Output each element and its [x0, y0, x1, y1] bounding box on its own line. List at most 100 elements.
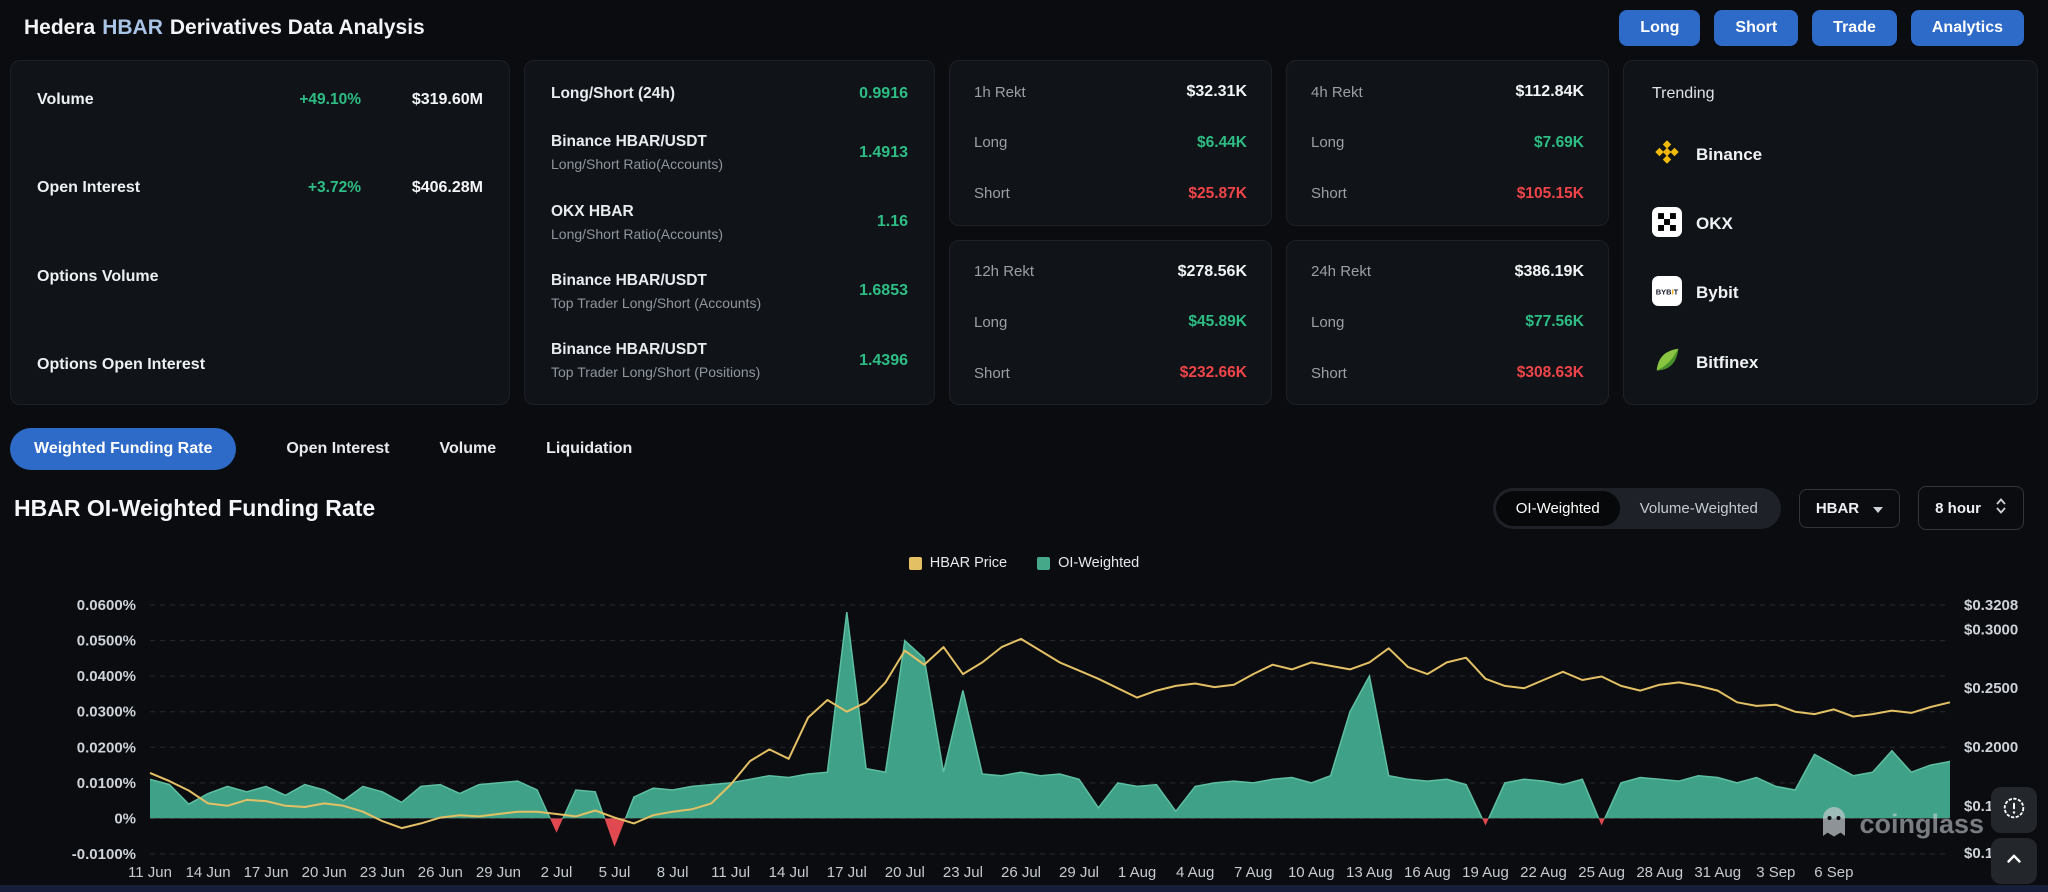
rekt-total: $386.19K: [1514, 262, 1584, 280]
chart-section-header: HBAR OI-Weighted Funding Rate OI-Weighte…: [14, 485, 2024, 531]
scroll-to-top-button[interactable]: [1991, 838, 2037, 884]
stat-change: +3.72%: [307, 179, 361, 197]
svg-text:28 Aug: 28 Aug: [1636, 864, 1683, 881]
page-title: Hedera HBAR Derivatives Data Analysis: [24, 16, 425, 40]
svg-text:0%: 0%: [114, 810, 136, 827]
long-short-row: Long/Short (24h) 0.9916: [551, 85, 908, 103]
svg-text:26 Jun: 26 Jun: [418, 864, 463, 881]
alert-badge-button[interactable]: [1991, 787, 2037, 833]
rekt-long-value: $77.56K: [1525, 313, 1584, 331]
interval-select[interactable]: 8 hour: [1918, 486, 2024, 530]
rekt-short-value: $232.66K: [1179, 364, 1247, 381]
analytics-button[interactable]: Analytics: [1910, 10, 2024, 46]
tab-weighted-funding-rate[interactable]: Weighted Funding Rate: [10, 428, 237, 470]
trending-item-bitfinex[interactable]: Bitfinex: [1652, 345, 2009, 380]
tab-open-interest[interactable]: Open Interest: [286, 440, 389, 458]
bybit-logo-icon: BYBIT: [1652, 275, 1682, 311]
symbol-select-value: HBAR: [1815, 499, 1860, 517]
long-short-row: Binance HBAR/USDT Top Trader Long/Short …: [551, 272, 908, 311]
long-button[interactable]: Long: [1619, 10, 1701, 46]
stat-label: Volume: [37, 91, 94, 108]
trending-item-bybit[interactable]: BYBIT Bybit: [1652, 275, 2009, 311]
overview-card: Volume +49.10% $319.60M Open Interest +3…: [10, 60, 510, 405]
svg-text:20 Jun: 20 Jun: [302, 864, 347, 881]
exchange-name: Bybit: [1696, 283, 1739, 303]
svg-text:0.0200%: 0.0200%: [77, 739, 136, 756]
short-button[interactable]: Short: [1714, 10, 1799, 46]
tab-liquidation[interactable]: Liquidation: [546, 440, 632, 458]
ls-subtitle: Top Trader Long/Short (Accounts): [551, 294, 762, 311]
long-short-row: Binance HBAR/USDT Top Trader Long/Short …: [551, 341, 908, 380]
trade-button[interactable]: Trade: [1812, 10, 1897, 46]
rekt-short-value: $105.15K: [1516, 184, 1584, 202]
toggle-oi-weighted[interactable]: OI-Weighted: [1495, 490, 1620, 526]
svg-text:$0.2500: $0.2500: [1964, 680, 2018, 697]
rekt-title: 24h Rekt: [1311, 263, 1372, 280]
svg-text:4 Aug: 4 Aug: [1176, 864, 1214, 881]
funding-legend-swatch: [1037, 556, 1051, 570]
weighting-toggle: OI-Weighted Volume-Weighted: [1492, 487, 1781, 529]
chart-title: HBAR OI-Weighted Funding Rate: [14, 494, 376, 521]
svg-text:0.0500%: 0.0500%: [77, 633, 136, 650]
rekt-short-row: Short $308.63K: [1311, 364, 1584, 382]
svg-text:8 Jul: 8 Jul: [657, 864, 689, 881]
svg-text:11 Jun: 11 Jun: [128, 864, 172, 881]
rekt-short-value: $308.63K: [1516, 364, 1584, 381]
rekt-grid: 1h Rekt $32.31K Long $6.44K Short $25.87…: [949, 60, 1609, 405]
stat-row-options-open-interest: Options Open Interest: [37, 356, 483, 374]
chart-legend: HBAR Price OI-Weighted: [0, 553, 2048, 573]
okx-logo-icon: [1652, 206, 1682, 242]
rekt-total: $32.31K: [1186, 83, 1248, 100]
svg-text:31 Aug: 31 Aug: [1694, 864, 1741, 881]
svg-text:20 Jul: 20 Jul: [885, 864, 925, 881]
svg-text:17 Jul: 17 Jul: [827, 864, 867, 881]
svg-text:14 Jun: 14 Jun: [186, 864, 231, 881]
horizontal-scrollbar[interactable]: [0, 885, 2048, 892]
svg-text:29 Jul: 29 Jul: [1059, 864, 1099, 881]
interval-select-value: 8 hour: [1935, 499, 1981, 517]
chevron-down-icon: [1873, 500, 1884, 517]
svg-text:16 Aug: 16 Aug: [1404, 864, 1451, 881]
title-symbol: HBAR: [102, 16, 163, 39]
rekt-title: 12h Rekt: [974, 263, 1035, 280]
stat-value: $319.60M: [411, 91, 483, 108]
symbol-select[interactable]: HBAR: [1798, 488, 1901, 528]
rekt-long-row: Long $6.44K: [974, 134, 1247, 152]
svg-text:BYBIT: BYBIT: [1656, 287, 1679, 296]
toggle-volume-weighted[interactable]: Volume-Weighted: [1620, 491, 1778, 526]
rekt-card-4h: 4h Rekt $112.84K Long $7.69K Short $105.…: [1286, 60, 1609, 226]
svg-text:10 Aug: 10 Aug: [1288, 864, 1335, 881]
ls-value: 0.9916: [859, 85, 908, 102]
long-short-card: Long/Short (24h) 0.9916 Binance HBAR/USD…: [524, 60, 935, 405]
rekt-short-value: $25.87K: [1188, 184, 1247, 202]
title-prefix: Hedera: [24, 16, 96, 39]
legend-oi-weighted[interactable]: OI-Weighted: [1037, 555, 1139, 571]
svg-text:-0.0100%: -0.0100%: [72, 846, 136, 863]
trending-item-binance[interactable]: Binance: [1652, 137, 2009, 172]
svg-text:0.0100%: 0.0100%: [77, 775, 136, 792]
header-actions: Long Short Trade Analytics: [1619, 10, 2024, 46]
trending-item-okx[interactable]: OKX: [1652, 206, 2009, 242]
tab-volume[interactable]: Volume: [440, 440, 497, 458]
rekt-short-label: Short: [974, 364, 1010, 382]
ls-value: 1.4913: [859, 143, 908, 161]
stat-label: Options Volume: [37, 267, 159, 285]
exchange-name: Bitfinex: [1696, 352, 1759, 372]
ls-subtitle: Long/Short Ratio(Accounts): [551, 156, 723, 173]
ls-value: 1.4396: [859, 351, 908, 369]
rekt-short-row: Short $25.87K: [974, 185, 1247, 203]
chart-controls: OI-Weighted Volume-Weighted HBAR 8 hour: [1492, 486, 2024, 530]
bitfinex-logo-icon: [1652, 345, 1682, 380]
rekt-short-label: Short: [1311, 364, 1347, 382]
rekt-total: $278.56K: [1177, 262, 1247, 280]
stat-label: Open Interest: [37, 179, 141, 197]
funding-rate-chart[interactable]: 0.0600% 0.0500% 0.0400% 0.0300% 0.0200% 0.010…: [0, 581, 2048, 885]
rekt-title: 1h Rekt: [974, 83, 1026, 101]
rekt-short-row: Short $232.66K: [974, 364, 1247, 382]
svg-text:5 Jul: 5 Jul: [599, 864, 631, 881]
rekt-total-row: 1h Rekt $32.31K: [974, 83, 1247, 101]
svg-text:2 Jul: 2 Jul: [541, 864, 573, 881]
legend-hbar-price[interactable]: HBAR Price: [908, 555, 1007, 571]
rekt-card-1h: 1h Rekt $32.31K Long $6.44K Short $25.87…: [949, 60, 1272, 226]
rekt-title: 4h Rekt: [1311, 83, 1363, 101]
